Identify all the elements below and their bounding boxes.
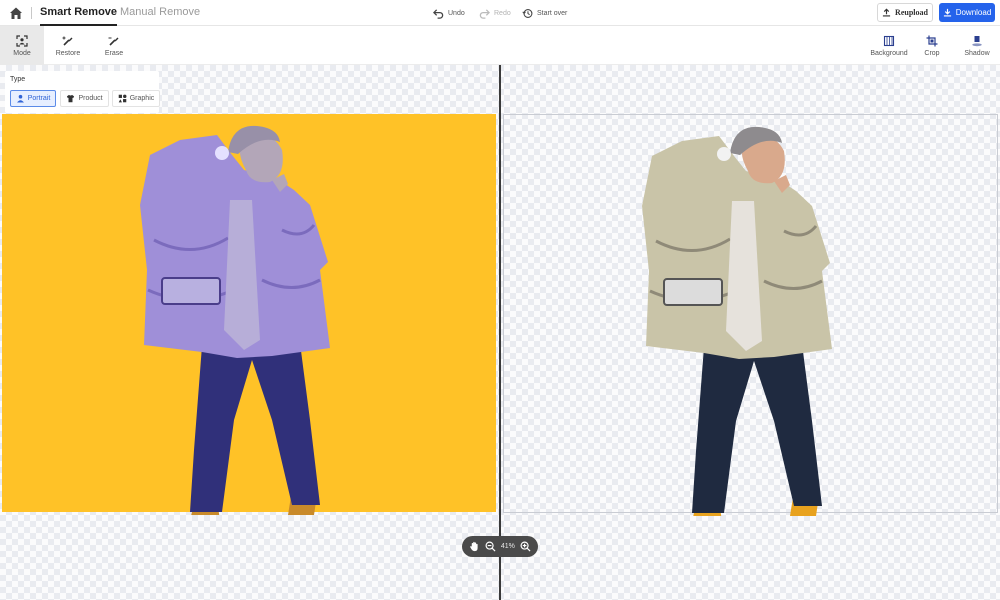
zoom-level: 41% (500, 543, 515, 550)
undo-label: Undo (448, 9, 465, 17)
header-divider (31, 7, 32, 19)
portrait-frame-icon (16, 34, 28, 47)
download-icon (943, 8, 951, 17)
erase-tool[interactable]: Erase (92, 26, 136, 65)
type-option-portrait[interactable]: Portrait (10, 90, 56, 107)
person-icon (16, 94, 24, 103)
upload-icon (882, 8, 891, 17)
compare-divider[interactable] (499, 65, 501, 600)
type-option-graphic-label: Graphic (129, 95, 155, 102)
reupload-label: Reupload (895, 8, 928, 17)
type-option-product-label: Product (78, 95, 103, 102)
type-option-product[interactable]: Product (60, 90, 109, 107)
zoom-out-icon[interactable] (485, 541, 496, 552)
person-figure-original (140, 125, 330, 515)
download-button[interactable]: Download (939, 3, 995, 22)
zoom-in-icon[interactable] (520, 541, 531, 552)
start-over-label: Start over (537, 9, 568, 17)
brush-plus-icon (62, 36, 73, 46)
download-label: Download (955, 8, 992, 17)
crop-tool[interactable]: Crop (910, 26, 954, 65)
tab-smart-remove[interactable]: Smart Remove (40, 0, 118, 26)
start-over-button[interactable]: Start over (522, 6, 567, 20)
crop-icon (926, 35, 938, 46)
redo-button[interactable]: Redo (479, 6, 511, 20)
type-panel: Type Portrait Product Graphic (5, 71, 160, 113)
person-figure-cutout (642, 126, 832, 516)
home-icon[interactable] (8, 5, 24, 21)
shirt-icon (67, 94, 75, 103)
editor-canvas[interactable]: Type Portrait Product Graphic 41% (0, 65, 1000, 600)
result-image (503, 114, 998, 516)
top-header: Smart Remove Manual Remove Undo Redo Sta… (0, 0, 1000, 26)
type-option-graphic[interactable]: Graphic (112, 90, 160, 107)
background-tool-label: Background (870, 49, 908, 57)
shadow-icon (972, 35, 982, 46)
mode-tool-label: Mode (13, 49, 31, 57)
tool-toolbar: Mode Restore Erase Background Crop Shado… (0, 26, 1000, 65)
mode-tool[interactable]: Mode (0, 26, 44, 65)
redo-label: Redo (494, 9, 511, 17)
hand-icon[interactable] (469, 541, 480, 552)
erase-tool-label: Erase (104, 49, 124, 57)
undo-icon (433, 8, 444, 19)
type-option-portrait-label: Portrait (27, 95, 51, 102)
background-icon (883, 35, 895, 46)
original-image (2, 114, 496, 515)
type-panel-title: Type (10, 76, 26, 83)
background-tool[interactable]: Background (866, 26, 912, 65)
restore-tool-label: Restore (55, 49, 81, 57)
crop-tool-label: Crop (924, 49, 940, 57)
shadow-tool[interactable]: Shadow (955, 26, 999, 65)
shadow-tool-label: Shadow (964, 49, 990, 57)
zoom-controls: 41% (462, 536, 538, 557)
tab-manual-remove[interactable]: Manual Remove (120, 0, 200, 26)
restore-tool[interactable]: Restore (46, 26, 90, 65)
redo-icon (479, 8, 490, 19)
undo-button[interactable]: Undo (433, 6, 465, 20)
history-icon (522, 8, 533, 18)
reupload-button[interactable]: Reupload (877, 3, 933, 22)
shapes-icon (118, 94, 127, 103)
brush-minus-icon (108, 37, 119, 46)
